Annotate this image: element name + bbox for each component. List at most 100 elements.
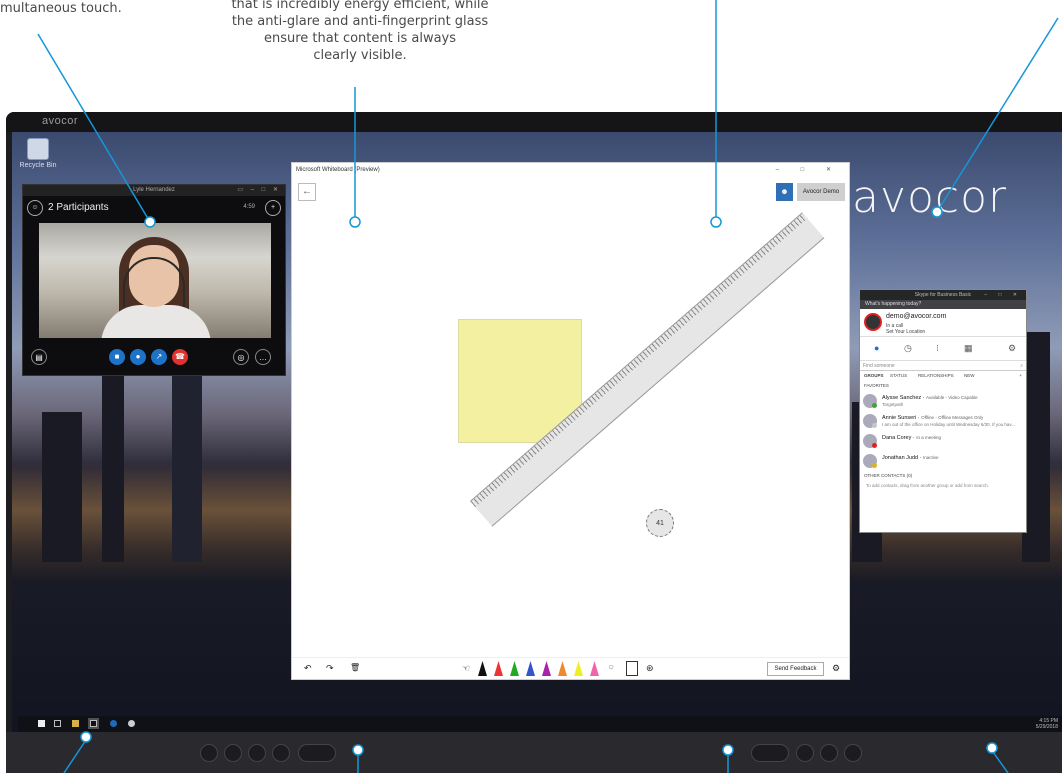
user-avatar-icon[interactable]: ☻ <box>776 183 793 201</box>
more-options-icon[interactable]: … <box>255 349 271 365</box>
callout-line-1: that is incredibly energy efficient, whi… <box>231 0 489 12</box>
tab-relationships[interactable]: RELATIONSHIPS <box>918 371 954 381</box>
my-status[interactable]: In a call Set Your Location <box>886 323 925 335</box>
desktop-brand-logo: avocor <box>852 172 1008 223</box>
windows-start-icon[interactable] <box>38 720 45 727</box>
video-feed <box>39 223 271 338</box>
ruler-icon[interactable] <box>626 661 638 676</box>
pink-highlighter-tool[interactable] <box>590 661 599 676</box>
video-person-shirt <box>101 305 211 338</box>
headset-icon <box>123 257 185 307</box>
skype-taskbar-icon[interactable] <box>110 720 117 727</box>
bezel-button[interactable] <box>844 744 862 762</box>
microphone-button[interactable]: ● <box>130 349 146 365</box>
green-pen-tool[interactable] <box>510 661 519 676</box>
file-explorer-icon[interactable] <box>72 720 79 727</box>
contacts-tab-icon[interactable]: ● <box>874 343 879 353</box>
bezel-button[interactable] <box>820 744 838 762</box>
undo-icon[interactable]: ↶ <box>304 663 312 674</box>
options-gear-icon[interactable]: ⚙ <box>1008 343 1016 354</box>
bezel-button[interactable] <box>272 744 290 762</box>
end-call-button[interactable]: ☎ <box>172 349 188 365</box>
add-participant-icon[interactable]: + <box>265 200 281 216</box>
share-screen-button[interactable]: ↗ <box>151 349 167 365</box>
chat-icon[interactable]: ▤ <box>31 349 47 365</box>
skype-window-controls[interactable]: – □ ✕ <box>984 290 1022 300</box>
task-view-icon[interactable] <box>54 720 61 727</box>
contact-name: Jonathan Judd · Inactive <box>882 455 939 461</box>
whiteboard-toolbar: ↶ ↷ 🗑 ☜ ○ ⊛ Send Feedback ⚙ <box>292 657 849 679</box>
settings-gear-icon[interactable]: ⚙ <box>832 663 840 674</box>
blue-pen-tool[interactable] <box>526 661 535 676</box>
my-email: demo@avocor.com <box>886 313 947 320</box>
video-call-window: Lyle Hernandez ▭ – □ ✕ ☺ 2 Participants … <box>22 184 286 376</box>
video-app-taskbar-icon[interactable] <box>128 720 135 727</box>
search-icon: ⌕ <box>1020 363 1023 369</box>
participants-label: 2 Participants <box>48 202 109 213</box>
send-feedback-button[interactable]: Send Feedback <box>767 662 824 676</box>
user-account-button[interactable]: Avocor Demo <box>797 183 845 201</box>
bezel-port <box>751 744 789 762</box>
whiteboard-title-bar: Microsoft Whiteboard (Preview) – □ ✕ <box>292 163 849 177</box>
callout-line-3: ensure that content is always <box>263 31 457 46</box>
trash-icon[interactable]: 🗑 <box>350 663 360 672</box>
skype-main-tabs: ● ◷ ⁝ ▦ ⚙ <box>860 337 1026 361</box>
tab-new[interactable]: NEW <box>964 371 975 381</box>
other-contacts-header[interactable]: OTHER CONTACTS (0) <box>860 471 1026 481</box>
find-placeholder: Find someone <box>863 363 895 369</box>
orange-pen-tool[interactable] <box>558 661 567 676</box>
touch-draw-icon[interactable]: ☜ <box>462 663 470 674</box>
contact-row[interactable]: Jonathan Judd · Inactive <box>860 451 1026 471</box>
bezel-button[interactable] <box>224 744 242 762</box>
windows-taskbar: 4:15 PM 5/29/2018 <box>18 716 1062 732</box>
whiteboard-taskbar-icon[interactable] <box>88 718 99 729</box>
recycle-bin-icon <box>27 138 49 160</box>
bezel-port <box>298 744 336 762</box>
lasso-select-icon[interactable]: ⊛ <box>646 663 654 674</box>
contact-row[interactable]: Annie Sunseri · Offline - Offline Messag… <box>860 411 1026 431</box>
find-someone-input[interactable]: Find someone ⌕ <box>860 361 1026 371</box>
participants-icon[interactable]: ☺ <box>27 200 43 216</box>
add-contact-icon[interactable]: + <box>1019 371 1022 381</box>
device-settings-icon[interactable]: ◎ <box>233 349 249 365</box>
meetings-tab-icon[interactable]: ▦ <box>964 343 973 354</box>
recycle-bin-desktop-icon[interactable]: Recycle Bin <box>18 138 58 169</box>
contact-row[interactable]: Alysse Sanchez · Available - Video Capab… <box>860 391 1026 411</box>
bezel-button[interactable] <box>248 744 266 762</box>
eraser-icon[interactable]: ○ <box>608 662 614 673</box>
call-window-controls[interactable]: ▭ – □ ✕ <box>237 185 281 196</box>
call-header: ☺ 2 Participants 4:59 + <box>23 196 285 218</box>
contact-row[interactable]: Dana Corey · In a meeting <box>860 431 1026 451</box>
tab-groups[interactable]: GROUPS <box>864 371 884 381</box>
contact-note: I am out of the office on Holiday until … <box>882 422 1016 427</box>
call-controls: ▤ ■ ● ↗ ☎ ◎ … <box>23 349 285 369</box>
skyline-building <box>42 412 82 562</box>
system-tray[interactable]: 4:15 PM 5/29/2018 <box>1036 718 1058 730</box>
redo-icon[interactable]: ↷ <box>326 663 334 674</box>
contact-status: Offline - Offline Messages Only <box>921 415 984 420</box>
back-arrow-icon[interactable]: ← <box>298 183 316 201</box>
purple-pen-tool[interactable] <box>542 661 551 676</box>
video-camera-button[interactable]: ■ <box>109 349 125 365</box>
whiteboard-window-controls[interactable]: – □ ✕ <box>776 163 841 177</box>
yellow-highlighter-tool[interactable] <box>574 661 583 676</box>
callout-line-2: the anti-glare and anti-fingerprint glas… <box>231 14 489 29</box>
presence-dot <box>872 443 877 448</box>
contact-status: Available - Video Capable <box>926 395 978 400</box>
contact-name: Annie Sunseri · Offline - Offline Messag… <box>882 415 984 421</box>
red-pen-tool[interactable] <box>494 661 503 676</box>
tray-date: 5/29/2018 <box>1035 724 1058 730</box>
black-pen-tool[interactable] <box>478 661 487 676</box>
bezel-button[interactable] <box>200 744 218 762</box>
call-title: Lyle Hernandez <box>133 187 175 193</box>
conversations-tab-icon[interactable]: ◷ <box>904 343 912 354</box>
favorites-header[interactable]: FAVORITES <box>860 381 1026 391</box>
contact-status: Inactive <box>922 455 939 460</box>
whats-happening-input[interactable]: What's happening today? <box>860 300 1026 309</box>
set-location[interactable]: Set Your Location <box>886 329 925 335</box>
my-avatar[interactable] <box>864 313 882 331</box>
desktop-screen: Recycle Bin avocor Lyle Hernandez ▭ – □ … <box>12 132 1062 732</box>
tab-status[interactable]: STATUS <box>890 371 907 381</box>
bezel-button[interactable] <box>796 744 814 762</box>
dialpad-tab-icon[interactable]: ⁝ <box>936 343 939 354</box>
